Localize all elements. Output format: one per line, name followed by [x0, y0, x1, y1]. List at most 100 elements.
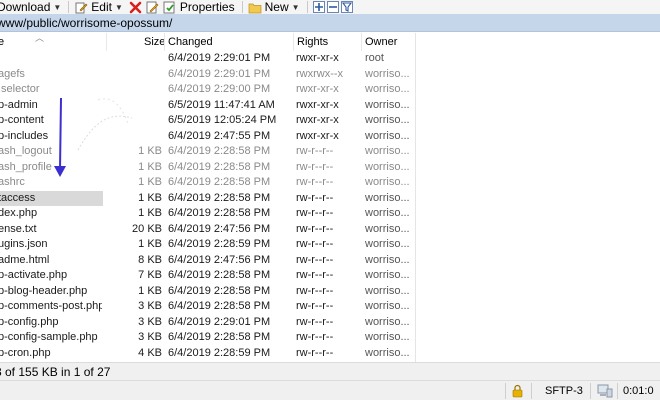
download-label: Download [0, 0, 51, 14]
file-size: 1 KB [138, 145, 162, 157]
file-owner: worriso... [365, 160, 410, 173]
file-row[interactable]: agefs 6/4/2019 2:29:01 PM rwxrwx--x worriso… [0, 67, 416, 83]
file-name: ugins.json [0, 238, 48, 250]
lock-icon [511, 381, 524, 400]
file-size: 20 KB [132, 222, 162, 235]
file-owner: worriso... [365, 315, 410, 328]
column-size-header[interactable]: Size [144, 33, 165, 51]
file-row[interactable]: adme.html 8 KB 6/4/2019 2:47:56 PM rw-r--r-… [0, 253, 416, 269]
file-owner: worriso... [365, 222, 410, 235]
file-size: 1 KB [138, 207, 162, 219]
path-bar[interactable]: www/public/worrisome-opossum/ [0, 14, 660, 32]
status-separator [617, 383, 618, 399]
chevron-down-icon[interactable]: ▼ [115, 3, 123, 12]
new-label: New [264, 0, 289, 14]
column-divider[interactable] [106, 33, 107, 51]
file-changed: 6/4/2019 2:29:00 PM [168, 83, 271, 95]
file-rights: rw-r--r-- [296, 145, 334, 157]
file-rights: rw-r--r-- [296, 238, 334, 250]
file-size: 1 KB [138, 191, 162, 204]
file-row[interactable]: p-config-sample.php 3 KB 6/4/2019 2:28:58 … [0, 330, 416, 346]
file-size: 8 KB [138, 253, 162, 266]
file-row[interactable]: p-cron.php 4 KB 6/4/2019 2:28:59 PM rw-r--r… [0, 346, 416, 362]
file-name: p-admin [0, 98, 38, 111]
toolbar-separator [306, 1, 308, 13]
file-owner: worriso... [365, 207, 410, 219]
file-row[interactable]: p-admin 6/5/2019 11:47:41 AM rwxr-xr-x worr… [0, 98, 416, 114]
toolbar-separator [241, 1, 243, 13]
column-changed-header[interactable]: Changed [168, 33, 213, 51]
chevron-down-icon[interactable]: ▼ [292, 3, 300, 12]
edit-label: Edit [91, 0, 112, 14]
file-changed: 6/4/2019 2:29:01 PM [168, 315, 271, 328]
download-button[interactable]: Download ▼ [0, 0, 61, 14]
file-row[interactable]: .selector 6/4/2019 2:29:00 PM rwxr-xr-x wor… [0, 82, 416, 98]
file-changed: 6/4/2019 2:28:58 PM [168, 160, 271, 173]
file-size: 3 KB [138, 315, 162, 328]
connection-bar: SFTP-3 0:01:0 [0, 380, 660, 400]
file-row[interactable]: ugins.json 1 KB 6/4/2019 2:28:59 PM rw-r--r… [0, 237, 416, 253]
column-owner-header[interactable]: Owner [365, 33, 397, 51]
file-rights: rw-r--r-- [296, 191, 334, 204]
file-changed: 6/4/2019 2:28:58 PM [168, 269, 271, 281]
file-owner: worriso... [365, 331, 410, 343]
delete-icon[interactable] [129, 1, 143, 14]
chevron-down-icon[interactable]: ▼ [53, 3, 61, 12]
column-divider[interactable] [361, 33, 362, 51]
file-name: adme.html [0, 253, 50, 266]
properties-label: Properties [179, 0, 235, 14]
computer-icon [597, 381, 613, 400]
column-divider[interactable] [293, 33, 294, 51]
file-owner: worriso... [365, 346, 410, 359]
file-row[interactable]: ash_logout 1 KB 6/4/2019 2:28:58 PM rw-r--r… [0, 144, 416, 160]
file-row[interactable]: ense.txt 20 KB 6/4/2019 2:47:56 PM rw-r--r-… [0, 222, 416, 238]
column-header: e ︿ Size Changed Rights Owner [0, 33, 416, 51]
protocol-label: SFTP-3 [545, 385, 583, 397]
file-name: ense.txt [0, 222, 37, 235]
column-rights-header[interactable]: Rights [297, 33, 328, 51]
file-rights: rw-r--r-- [296, 300, 334, 312]
file-name: p-config.php [0, 315, 59, 328]
file-changed: 6/4/2019 2:28:59 PM [168, 346, 271, 359]
column-divider[interactable] [164, 33, 165, 51]
plus-icon[interactable] [312, 1, 325, 13]
new-button[interactable]: New ▼ [248, 0, 300, 14]
file-owner: worriso... [365, 67, 410, 80]
file-name: p-content [0, 114, 44, 126]
file-row[interactable]: 6/4/2019 2:29:01 PM rwxr-xr-x root [0, 51, 416, 67]
file-list: 6/4/2019 2:29:01 PM rwxr-xr-x root agefs 6/4… [0, 51, 416, 361]
file-row[interactable]: p-includes 6/4/2019 2:47:55 PM rwxr-xr-x wo… [0, 129, 416, 145]
file-changed: 6/4/2019 2:28:58 PM [168, 176, 271, 188]
file-row[interactable]: p-blog-header.php 1 KB 6/4/2019 2:28:58 PM… [0, 284, 416, 300]
file-owner: worriso... [365, 98, 410, 111]
file-name: p-comments-post.php [0, 300, 102, 312]
properties-button[interactable]: Properties [163, 0, 235, 14]
file-changed: 6/4/2019 2:28:58 PM [168, 145, 271, 157]
file-name: agefs [0, 67, 25, 80]
edit-button[interactable]: Edit ▼ [74, 0, 123, 14]
file-row[interactable]: p-content 6/5/2019 12:05:24 PM rwxr-xr-x wo… [0, 113, 416, 129]
file-row[interactable]: ash_profile 1 KB 6/4/2019 2:28:58 PM rw-r--… [0, 160, 416, 176]
file-owner: worriso... [365, 191, 410, 204]
rename-icon[interactable] [146, 1, 160, 14]
file-row[interactable]: p-activate.php 7 KB 6/4/2019 2:28:58 PM rw-… [0, 268, 416, 284]
file-owner: worriso... [365, 129, 410, 142]
column-name-header[interactable]: e [0, 33, 4, 51]
sort-ascending-icon: ︿ [35, 33, 45, 43]
file-row[interactable]: p-config.php 3 KB 6/4/2019 2:29:01 PM rw-r-… [0, 315, 416, 331]
file-size: 1 KB [138, 284, 162, 297]
file-row[interactable]: p-comments-post.php 3 KB 6/4/2019 2:28:58 … [0, 299, 416, 315]
filter-icon[interactable] [340, 1, 353, 13]
file-rights: rw-r--r-- [296, 269, 334, 281]
file-changed: 6/4/2019 2:47:56 PM [168, 222, 271, 235]
file-row[interactable]: dex.php 1 KB 6/4/2019 2:28:58 PM rw-r--r-- w… [0, 206, 416, 222]
minus-icon[interactable] [326, 1, 339, 13]
file-changed: 6/5/2019 12:05:24 PM [168, 114, 277, 126]
toolbar-separator [68, 1, 70, 13]
file-size: 7 KB [138, 269, 162, 281]
file-rights: rwxrwx--x [296, 67, 344, 80]
file-row[interactable]: taccess 1 KB 6/4/2019 2:28:58 PM rw-r--r-- w… [0, 190, 416, 206]
file-changed: 6/4/2019 2:29:01 PM [168, 52, 271, 64]
file-row[interactable]: ashrc 1 KB 6/4/2019 2:28:58 PM rw-r--r-- wor… [0, 175, 416, 191]
file-name: p-config-sample.php [0, 331, 98, 343]
